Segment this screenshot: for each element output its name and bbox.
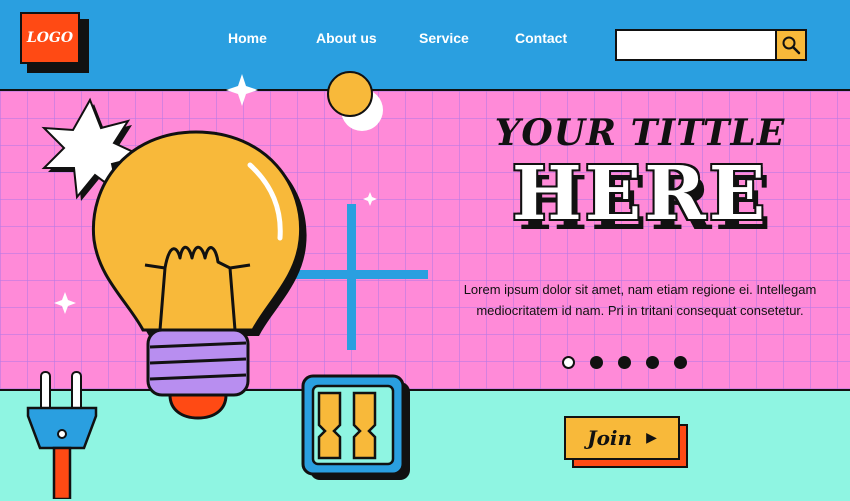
- join-label: Join: [587, 426, 633, 450]
- join-button[interactable]: Join ▶: [564, 416, 680, 460]
- carousel-dot[interactable]: [674, 356, 687, 369]
- plug-icon: [26, 371, 98, 499]
- lightbulb-icon: [91, 130, 307, 420]
- hero-title-text: HERE: [511, 151, 769, 237]
- switch-icon: [301, 374, 410, 480]
- carousel-dot[interactable]: [618, 356, 631, 369]
- sun-icon: [327, 71, 383, 131]
- hero-title-line1: YOUR TITTLE: [494, 112, 786, 154]
- hero-title-line2: HERE HERE: [450, 150, 830, 247]
- carousel-dot[interactable]: [646, 356, 659, 369]
- hero-illustrations: [26, 71, 428, 499]
- carousel-dot[interactable]: [590, 356, 603, 369]
- triangle-right-icon: ▶: [646, 430, 657, 446]
- hero-description: Lorem ipsum dolor sit amet, nam etiam re…: [463, 282, 817, 318]
- cross-icon: [290, 204, 428, 350]
- carousel-dot[interactable]: [562, 356, 575, 369]
